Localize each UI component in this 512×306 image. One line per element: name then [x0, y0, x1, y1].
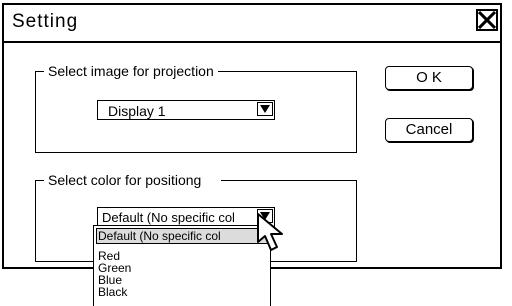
display-select-value: Display 1 — [108, 103, 166, 119]
color-select[interactable]: Default (No specific col — [97, 207, 275, 227]
close-icon[interactable] — [476, 9, 498, 31]
mouse-cursor-icon — [255, 212, 289, 261]
dropdown-option[interactable]: Default (No specific col — [98, 230, 221, 242]
cancel-button[interactable]: Cancel — [385, 118, 473, 142]
color-dropdown-list: Default (No specific col Red Green Blue … — [93, 225, 271, 306]
ok-button[interactable]: O K — [385, 66, 473, 90]
color-select-value: Default (No specific col — [102, 210, 235, 225]
title-bar: Setting — [4, 5, 500, 43]
chevron-down-icon[interactable] — [257, 102, 273, 116]
color-positioning-label: Select color for positiong — [44, 172, 222, 188]
dropdown-option[interactable]: Black — [98, 286, 127, 298]
display-select[interactable]: Display 1 — [97, 100, 275, 120]
dialog-title: Setting — [12, 11, 79, 32]
image-projection-label: Select image for projection — [44, 63, 218, 79]
